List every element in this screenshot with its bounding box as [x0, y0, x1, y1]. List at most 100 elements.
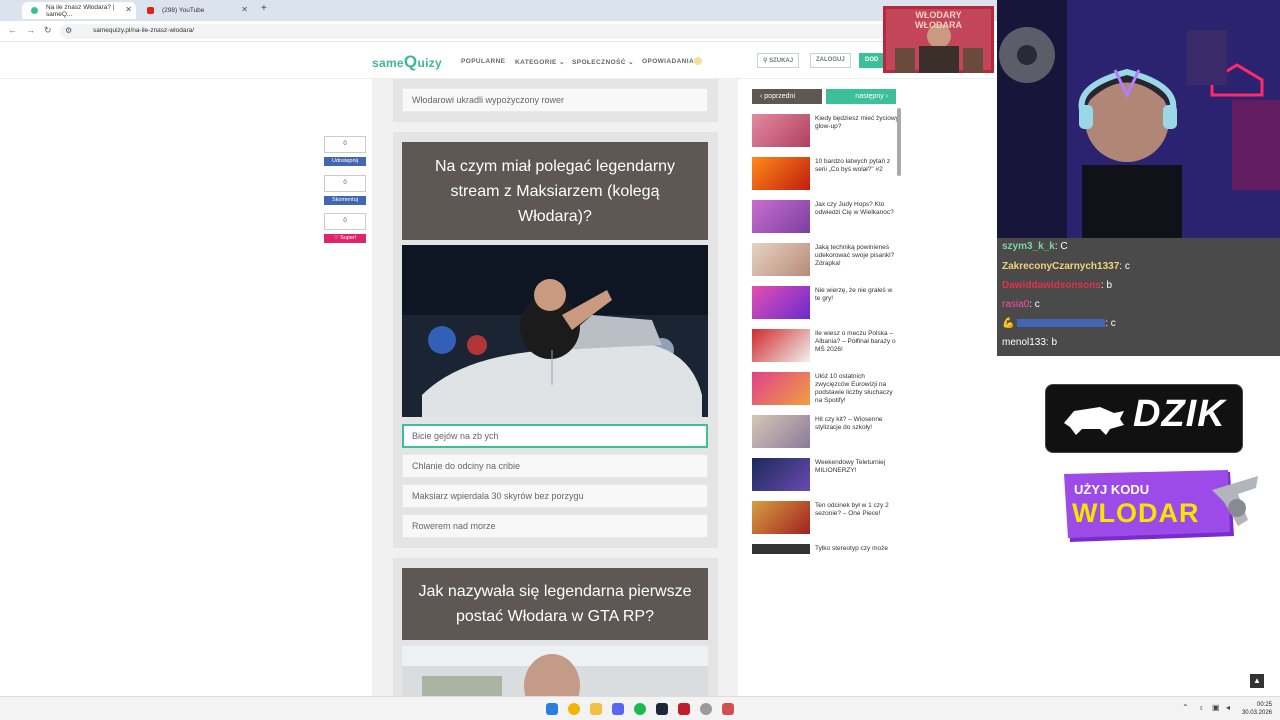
- sidebar-quiz-item[interactable]: Tylko stereotyp czy może: [752, 544, 898, 556]
- quiz-title: Jax czy Judy Hops? Kto odwiedzi Cię w Wi…: [815, 201, 894, 216]
- chat-text: : c: [1119, 261, 1130, 272]
- chrome-icon[interactable]: [568, 703, 580, 715]
- spotify-icon[interactable]: [634, 703, 646, 715]
- back-icon[interactable]: ←: [8, 25, 17, 35]
- quiz-thumbnail: [752, 544, 810, 554]
- sidebar-quiz-item[interactable]: Jax czy Judy Hops? Kto odwiedzi Cię w Wi…: [752, 200, 898, 236]
- quiz-thumbnail: [752, 458, 810, 491]
- comment-count: 0: [324, 175, 366, 192]
- quiz-thumbnail: [752, 200, 810, 233]
- comment-button[interactable]: Skomentuj: [324, 196, 366, 205]
- windows-start-icon[interactable]: [546, 703, 558, 715]
- answer-option[interactable]: Włodarowi ukradli wypożyczony rower: [402, 88, 708, 112]
- super-button[interactable]: ♡ Super!: [324, 234, 366, 243]
- quiz-thumbnail: [752, 114, 810, 147]
- tray-arrow-icon[interactable]: ⌃: [1182, 703, 1189, 712]
- search-label: SZUKAJ: [769, 58, 794, 64]
- youtube-icon: [147, 7, 154, 14]
- sidebar-quiz-item[interactable]: Ułóż 10 ostatnich zwycięzców Eurowizji n…: [752, 372, 898, 408]
- tab-title: (298) YouTube: [162, 7, 205, 14]
- chat-text: : C: [1054, 241, 1068, 252]
- file-explorer-icon[interactable]: [590, 703, 602, 715]
- chat-text: : c: [1105, 318, 1116, 329]
- next-label: następny: [855, 93, 884, 100]
- quiz-title: Hit czy kit? – Wiosenne stylizacje do sz…: [815, 416, 883, 431]
- logo-suffix: uizy: [417, 56, 442, 70]
- site-logo[interactable]: sameQuizy: [372, 52, 442, 72]
- quiz-thumbnail: [752, 501, 810, 534]
- volume-icon[interactable]: ◂: [1226, 703, 1230, 712]
- quiz-title: Ile wiesz o meczu Polska – Albania? – Pó…: [815, 330, 896, 353]
- close-icon[interactable]: ✕: [241, 5, 248, 14]
- chat-username: szym3_k_k: [1002, 241, 1055, 252]
- stream-chat: szym3_k_k: C ZakreconyCzarnych1337: c Da…: [997, 238, 1280, 356]
- quiz-title: Weekendowy Teleturniej MILIONERZY!: [815, 459, 886, 474]
- nav-opowiadania[interactable]: OPOWIADANIA: [642, 58, 694, 65]
- answer-option[interactable]: Rowerem nad morze: [402, 514, 708, 538]
- discord-icon[interactable]: [612, 703, 624, 715]
- webcam-feed: [997, 0, 1280, 238]
- quiz-title: Kiedy będziesz mieć życiowy glow-up?: [815, 115, 899, 130]
- screen: Na ile znasz Włodara? | sameQ... ✕ (298)…: [0, 0, 1280, 720]
- sidebar-quiz-item[interactable]: 10 bardzo łatwych pytań z serii „Co byś …: [752, 157, 898, 193]
- sidebar-quiz-item[interactable]: Jaką techniką powinieneś udekorować swoj…: [752, 243, 898, 279]
- add-button[interactable]: DOD: [859, 53, 885, 68]
- search-button[interactable]: ⚲ SZUKAJ: [757, 53, 800, 68]
- nav-spolecznosc[interactable]: SPOŁECZNOŚĆ ⌄: [572, 58, 634, 66]
- site-info-icon[interactable]: ⚙: [65, 26, 72, 35]
- tab-title: Na ile znasz Włodara? | sameQ...: [46, 3, 115, 18]
- sidebar-quiz-item[interactable]: Hit czy kit? – Wiosenne stylizacje do sz…: [752, 415, 898, 451]
- new-tab-icon[interactable]: +: [261, 3, 267, 14]
- share-button[interactable]: Udostępnij: [324, 157, 366, 166]
- browser-icon[interactable]: [700, 703, 712, 715]
- quiz-thumbnail: [752, 329, 810, 362]
- sidebar-quiz-item[interactable]: Nie wierzę, że nie grałeś w te gry!: [752, 286, 898, 322]
- notification-badge: [694, 57, 702, 65]
- answer-option[interactable]: Chlanie do odciny na cribie: [402, 454, 708, 478]
- logo-q: Q: [403, 52, 418, 71]
- close-icon[interactable]: ✕: [125, 5, 132, 14]
- sidebar-quiz-item[interactable]: Kiedy będziesz mieć życiowy glow-up?: [752, 114, 899, 150]
- chat-message: ZakreconyCzarnych1337: c: [1002, 261, 1130, 272]
- share-count: 0: [324, 136, 366, 153]
- app-icon[interactable]: [678, 703, 690, 715]
- sidebar-quiz-item[interactable]: Ten odcinek był w 1 czy 2 sezonie? – One…: [752, 501, 898, 537]
- url-text: samequizy.pl/na-ile-znasz-wlodara/: [93, 27, 195, 34]
- chat-username: rasia0: [1002, 299, 1030, 310]
- prev-button[interactable]: ‹ poprzedni: [752, 89, 822, 104]
- forward-icon[interactable]: →: [26, 25, 35, 35]
- sidebar-quiz-item[interactable]: Weekendowy Teleturniej MILIONERZY!: [752, 458, 898, 494]
- super-count: 0: [324, 213, 366, 230]
- steam-icon[interactable]: [656, 703, 668, 715]
- login-button[interactable]: ZALOGUJ: [810, 53, 851, 68]
- chat-text: : c: [1029, 299, 1040, 310]
- samequizy-favicon-icon: [31, 7, 38, 14]
- answer-option[interactable]: Maksiarz wpierdala 30 skyrów bez porzygu: [402, 484, 708, 508]
- chat-message: szym3_k_k: C: [1002, 241, 1068, 252]
- chat-message: menol133: b: [1002, 337, 1057, 348]
- scroll-top-button[interactable]: ▲: [1250, 674, 1264, 688]
- chat-text: : b: [1045, 337, 1058, 348]
- badge-icon: 💪: [1002, 318, 1018, 329]
- clock[interactable]: 00:25 30.03.2026: [1242, 701, 1272, 717]
- question-title: Na czym miał polegać legendarny stream z…: [402, 142, 708, 240]
- chat-text: : b: [1100, 280, 1113, 291]
- app-icon[interactable]: [722, 703, 734, 715]
- tab-quiz[interactable]: Na ile znasz Włodara? | sameQ... ✕: [22, 2, 136, 19]
- sidebar-scrollbar[interactable]: [897, 108, 901, 176]
- quiz-title: Ułóż 10 ostatnich zwycięzców Eurowizji n…: [815, 373, 893, 404]
- nav-popularne[interactable]: POPULARNE: [461, 58, 505, 65]
- nav-kategorie[interactable]: KATEGORIE ⌄: [515, 58, 565, 66]
- reload-icon[interactable]: ↻: [44, 25, 52, 36]
- chat-username: menol133: [1002, 337, 1046, 348]
- microphone-icon[interactable]: ♁: [1198, 703, 1204, 712]
- network-icon[interactable]: ▣: [1212, 703, 1220, 712]
- promo-code-value: WLODAR: [1072, 498, 1200, 528]
- sidebar-quiz-item[interactable]: Ile wiesz o meczu Polska – Albania? – Pó…: [752, 329, 898, 365]
- next-button[interactable]: następny ›: [826, 89, 896, 104]
- tab-youtube[interactable]: (298) YouTube ✕: [138, 2, 252, 19]
- url-field[interactable]: ⚙ samequizy.pl/na-ile-znasz-wlodara/: [60, 24, 960, 39]
- promo-code-banner: UŻYJ KODU WLODAR: [1062, 470, 1258, 550]
- answer-option-selected[interactable]: Bicie gejów na zb ych: [402, 424, 708, 448]
- wlodar-banner-image: WŁODARY WŁODARA: [883, 6, 994, 73]
